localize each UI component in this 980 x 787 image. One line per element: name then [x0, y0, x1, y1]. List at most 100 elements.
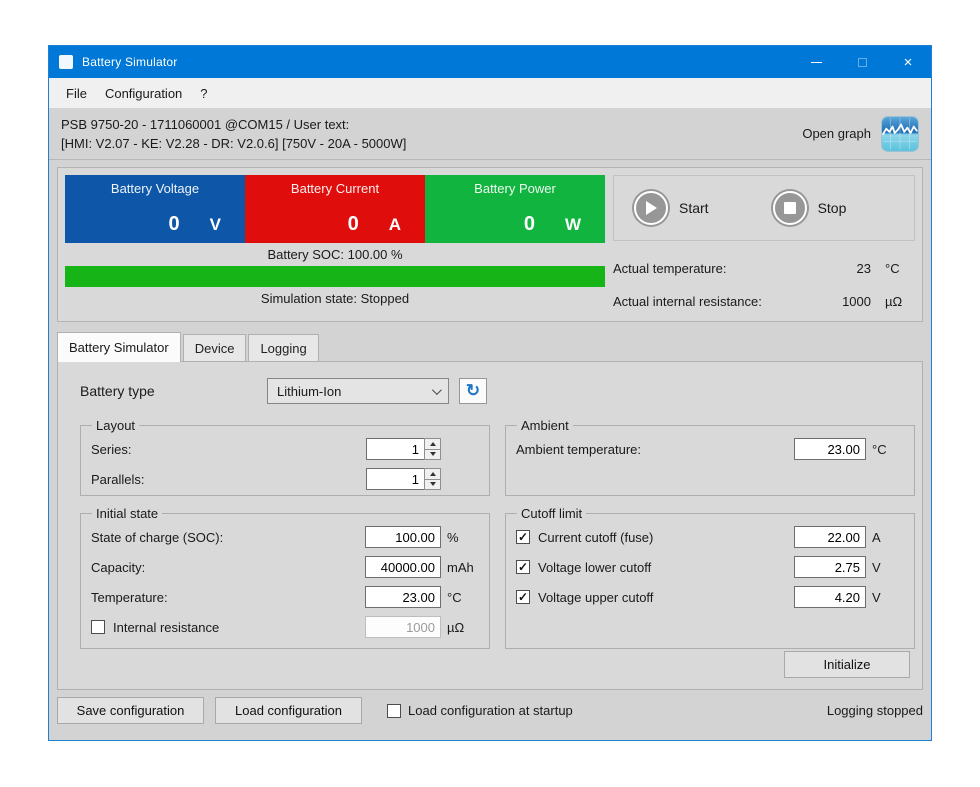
- parallels-input[interactable]: [366, 468, 424, 490]
- arrow-up-icon: [430, 472, 436, 476]
- parallels-spinner: [366, 468, 441, 490]
- reading-label: Actual internal resistance:: [613, 294, 825, 309]
- stop-label: Stop: [818, 200, 847, 216]
- soc-progressbar: [65, 266, 605, 287]
- chevron-down-icon: [432, 385, 442, 395]
- tile-value: 0: [348, 213, 359, 236]
- tile-label: Battery Current: [245, 181, 425, 196]
- current-cutoff-input[interactable]: [794, 526, 866, 548]
- device-info: PSB 9750-20 - 1711060001 @COM15 / User t…: [61, 115, 802, 153]
- stop-button[interactable]: Stop: [771, 189, 847, 227]
- internal-resistance-unit: µΩ: [447, 620, 479, 635]
- actual-readings: Actual temperature: 23 °C Actual interna…: [613, 255, 915, 314]
- load-configuration-button[interactable]: Load configuration: [215, 697, 362, 724]
- temperature-input[interactable]: [365, 586, 441, 608]
- tab-logging[interactable]: Logging: [248, 334, 318, 361]
- group-ambient-legend: Ambient: [517, 418, 573, 433]
- tile-label: Battery Power: [425, 181, 605, 196]
- device-info-line1: PSB 9750-20 - 1711060001 @COM15 / User t…: [61, 115, 802, 134]
- soc-input[interactable]: [365, 526, 441, 548]
- reading-value: 23: [825, 261, 871, 276]
- group-ambient: Ambient Ambient temperature: °C: [505, 418, 915, 496]
- reading-label: Actual temperature:: [613, 261, 825, 276]
- series-label: Series:: [91, 442, 366, 457]
- startstop-panel: Start Stop: [613, 175, 915, 241]
- group-layout: Layout Series: Parallels:: [80, 418, 490, 496]
- voltage-lower-cutoff-checkbox[interactable]: [516, 560, 530, 574]
- internal-resistance-checkbox[interactable]: [91, 620, 105, 634]
- minimize-icon: [811, 62, 822, 63]
- group-cutoff-limit: Cutoff limit Current cutoff (fuse) A Vol…: [505, 506, 915, 649]
- tab-device[interactable]: Device: [183, 334, 247, 361]
- tile-battery-current: Battery Current 0 A: [245, 175, 425, 243]
- series-spinner: [366, 438, 441, 460]
- open-graph-label: Open graph: [802, 126, 871, 141]
- soc-unit: %: [447, 530, 479, 545]
- refresh-button[interactable]: ↻: [459, 378, 487, 404]
- tab-battery-simulator[interactable]: Battery Simulator: [57, 332, 181, 362]
- load-at-startup-label: Load configuration at startup: [408, 703, 573, 718]
- soc-label: Battery SOC: 100.00 %: [65, 243, 605, 266]
- save-configuration-button[interactable]: Save configuration: [57, 697, 204, 724]
- open-graph-button[interactable]: Open graph: [802, 116, 919, 152]
- logging-status: Logging stopped: [827, 703, 923, 718]
- ambient-temperature-unit: °C: [872, 442, 904, 457]
- tab-strip: Battery Simulator Device Logging: [57, 332, 923, 361]
- arrow-up-icon: [430, 442, 436, 446]
- menu-item-configuration[interactable]: Configuration: [96, 78, 191, 108]
- battery-type-select[interactable]: Lithium-Ion: [267, 378, 449, 404]
- current-cutoff-label: Current cutoff (fuse): [538, 530, 794, 545]
- initialize-button[interactable]: Initialize: [784, 651, 910, 678]
- voltage-lower-cutoff-input[interactable]: [794, 556, 866, 578]
- parallels-spin-up-button[interactable]: [425, 469, 440, 479]
- parallels-label: Parallels:: [91, 472, 366, 487]
- voltage-upper-cutoff-input[interactable]: [794, 586, 866, 608]
- battery-simulator-tab-panel: Battery type Lithium-Ion ↻ Layout Series…: [57, 361, 923, 690]
- load-at-startup-checkbox[interactable]: [387, 704, 401, 718]
- voltage-lower-cutoff-unit: V: [872, 560, 904, 575]
- internal-resistance-input[interactable]: [365, 616, 441, 638]
- title-bar: Battery Simulator ×: [49, 46, 931, 78]
- menu-item-help[interactable]: ?: [191, 78, 216, 108]
- ambient-temperature-input[interactable]: [794, 438, 866, 460]
- app-icon: [59, 55, 73, 69]
- ambient-temperature-label: Ambient temperature:: [516, 442, 794, 457]
- menu-item-file[interactable]: File: [57, 78, 96, 108]
- maximize-button[interactable]: [839, 46, 885, 78]
- app-window: Battery Simulator × File Configuration ?…: [48, 45, 932, 741]
- dashboard-panel: Battery Voltage 0 V Battery Current 0 A …: [57, 167, 923, 322]
- internal-resistance-label: Internal resistance: [113, 620, 365, 635]
- simulation-state-label: Simulation state: Stopped: [65, 287, 605, 310]
- menu-bar: File Configuration ?: [49, 78, 931, 108]
- minimize-button[interactable]: [793, 46, 839, 78]
- capacity-input[interactable]: [365, 556, 441, 578]
- series-spin-up-button[interactable]: [425, 439, 440, 449]
- soc-input-label: State of charge (SOC):: [91, 530, 365, 545]
- group-initial-state: Initial state State of charge (SOC): % C…: [80, 506, 490, 649]
- close-button[interactable]: ×: [885, 46, 931, 78]
- battery-type-value: Lithium-Ion: [277, 384, 341, 399]
- current-cutoff-unit: A: [872, 530, 904, 545]
- window-title: Battery Simulator: [82, 55, 793, 69]
- start-button[interactable]: Start: [632, 189, 709, 227]
- voltage-upper-cutoff-checkbox[interactable]: [516, 590, 530, 604]
- arrow-down-icon: [430, 482, 436, 486]
- capacity-label: Capacity:: [91, 560, 365, 575]
- parallels-spin-down-button[interactable]: [425, 479, 440, 490]
- play-icon: [632, 189, 670, 227]
- tile-battery-voltage: Battery Voltage 0 V: [65, 175, 245, 243]
- temperature-unit: °C: [447, 590, 479, 605]
- tile-unit: A: [389, 215, 401, 235]
- reading-unit: °C: [885, 261, 913, 276]
- temperature-label: Temperature:: [91, 590, 365, 605]
- series-input[interactable]: [366, 438, 424, 460]
- stop-icon: [771, 189, 809, 227]
- arrow-down-icon: [430, 452, 436, 456]
- voltage-upper-cutoff-unit: V: [872, 590, 904, 605]
- series-spin-down-button[interactable]: [425, 449, 440, 460]
- tile-label: Battery Voltage: [65, 181, 245, 196]
- actual-temperature-row: Actual temperature: 23 °C: [613, 255, 913, 281]
- current-cutoff-checkbox[interactable]: [516, 530, 530, 544]
- reading-value: 1000: [825, 294, 871, 309]
- tile-unit: V: [210, 215, 221, 235]
